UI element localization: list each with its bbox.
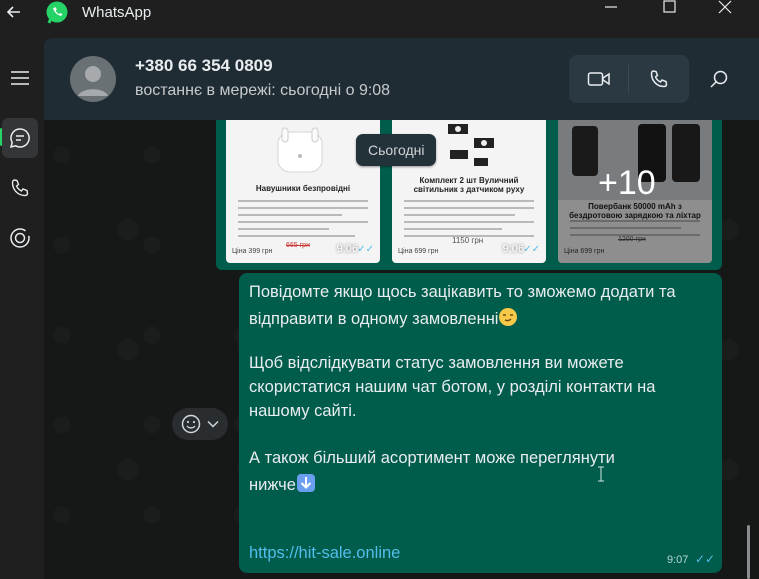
window-title: WhatsApp [82, 4, 152, 21]
emoji-icon [181, 414, 201, 434]
chat-header[interactable]: +380 66 354 0809 востаннє в мережі: сьог… [44, 38, 759, 120]
media-group-bubble[interactable]: Навушники безпровідні 665 грн Ціна 399 г… [216, 120, 722, 270]
product-image [277, 127, 323, 173]
chats-icon [9, 128, 30, 149]
status-icon [10, 228, 30, 248]
video-call-button[interactable] [569, 55, 629, 103]
old-price: 665 грн [286, 242, 310, 249]
message-line: Повідомте якщо щось зацікавить то зможем… [249, 283, 676, 301]
media-time: 9:06 [336, 243, 358, 255]
message-line: Щоб відслідкувати статус замовлення ви м… [249, 354, 624, 372]
whatsapp-logo-icon [46, 1, 68, 24]
calls-icon [11, 179, 29, 197]
old-price: 1150 грн [452, 236, 484, 245]
video-call-icon [587, 72, 610, 86]
voice-call-icon [650, 70, 668, 88]
menu-button[interactable] [0, 58, 40, 98]
chat-scrollbar[interactable] [747, 525, 750, 579]
voice-call-button[interactable] [629, 55, 689, 103]
thumbnail-title: Навушники безпровідні [255, 184, 351, 193]
thumbnail-title: Комплект 2 шт Вуличний світильник з датч… [413, 176, 525, 194]
message-link[interactable]: https://hit-sale.online [249, 544, 400, 563]
double-check-icon: ✓✓ [695, 552, 716, 566]
product-image [448, 124, 494, 166]
message-line: відправити в одному замовленні [249, 307, 518, 329]
search-icon [710, 70, 728, 88]
call-buttons [569, 55, 689, 103]
smirk-emoji-icon [499, 308, 518, 326]
last-seen-status: востаннє в мережі: сьогодні о 9:08 [135, 82, 391, 99]
nav-rail [0, 28, 44, 579]
avatar[interactable] [70, 56, 116, 102]
close-icon[interactable] [710, 0, 740, 16]
thumbnail-description [238, 200, 368, 242]
menu-icon [11, 71, 29, 85]
message-time: 9:07 [667, 554, 689, 566]
minimize-icon[interactable] [596, 0, 626, 16]
chat-panel: Навушники безпровідні 665 грн Ціна 399 г… [44, 38, 759, 579]
reaction-button[interactable] [172, 408, 228, 440]
date-divider: Сьогодні [356, 134, 437, 166]
chevron-down-icon [207, 420, 219, 428]
message-line: скористатися нашим чат ботом, у розділі … [249, 378, 656, 396]
back-arrow-icon[interactable] [4, 2, 24, 22]
default-avatar-icon [78, 66, 108, 96]
text-cursor-icon [598, 466, 604, 482]
message-line: А також більший асортимент може переглян… [249, 449, 615, 467]
message-bubble[interactable]: Повідомте якщо щось зацікавить то зможем… [239, 273, 722, 573]
price: Ціна 399 грн [232, 248, 273, 255]
down-arrow-emoji-icon [296, 474, 315, 492]
nav-calls[interactable] [0, 168, 40, 208]
message-line: нашому сайті. [249, 402, 357, 420]
message-line: нижче [249, 473, 316, 495]
price: Ціна 699 грн [398, 248, 439, 255]
contact-name[interactable]: +380 66 354 0809 [135, 56, 273, 76]
maximize-icon[interactable] [655, 0, 685, 16]
nav-chats[interactable] [2, 118, 38, 158]
more-media-count: +10 [598, 164, 656, 202]
media-time: 9:06 [502, 243, 524, 255]
double-check-icon: ✓✓ [523, 244, 540, 255]
nav-status[interactable] [0, 218, 40, 258]
title-bar: WhatsApp [0, 0, 759, 28]
double-check-icon: ✓✓ [357, 244, 374, 255]
media-thumbnail-more[interactable]: Повербанк 50000 mAh з бездротовою зарядк… [558, 120, 712, 263]
search-button[interactable] [704, 62, 734, 96]
